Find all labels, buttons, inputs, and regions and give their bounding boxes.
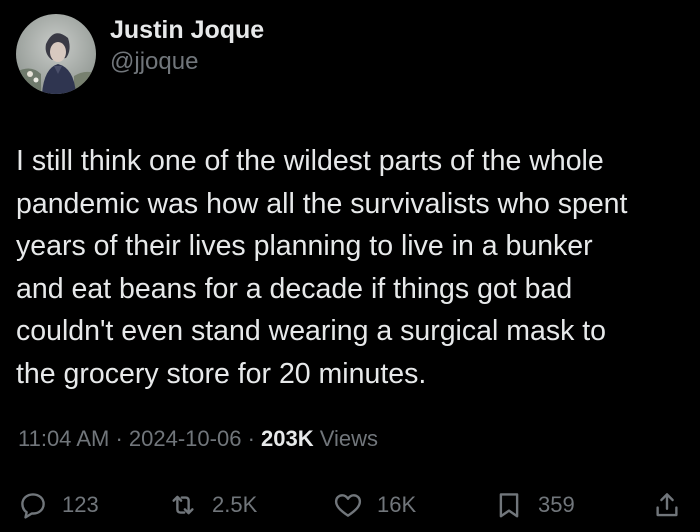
bookmark-icon — [494, 490, 524, 520]
action-bar: 123 2.5K 16K 359 — [0, 485, 700, 525]
reply-icon — [18, 490, 48, 520]
tweet-date[interactable]: 2024-10-06 — [129, 426, 242, 451]
views-count: 203K — [261, 426, 314, 451]
tweet-text: I still think one of the wildest parts o… — [16, 145, 628, 390]
bookmark-count: 359 — [538, 492, 575, 517]
tweet-time[interactable]: 11:04 AM — [18, 426, 109, 451]
share-button[interactable] — [652, 485, 682, 525]
meta-separator: · — [115, 426, 123, 451]
like-icon — [333, 490, 363, 520]
reply-count: 123 — [62, 492, 99, 517]
display-name[interactable]: Justin Joque — [110, 14, 264, 46]
avatar[interactable] — [16, 14, 96, 94]
repost-count: 2.5K — [212, 492, 258, 517]
tweet-header: Justin Joque @jjoque — [16, 14, 264, 94]
repost-button[interactable]: 2.5K — [168, 485, 257, 525]
views-label: Views — [319, 426, 379, 451]
share-icon — [652, 490, 682, 520]
bookmark-button[interactable]: 359 — [494, 485, 575, 525]
user-handle[interactable]: @jjoque — [110, 46, 264, 78]
tweet-meta: 11:04 AM · 2024-10-06 · 203K Views — [18, 426, 378, 452]
reply-button[interactable]: 123 — [18, 485, 99, 525]
like-button[interactable]: 16K — [333, 485, 416, 525]
user-info: Justin Joque @jjoque — [110, 14, 264, 78]
like-count: 16K — [377, 492, 417, 517]
repost-icon — [168, 490, 198, 520]
meta-separator: · — [247, 426, 255, 451]
